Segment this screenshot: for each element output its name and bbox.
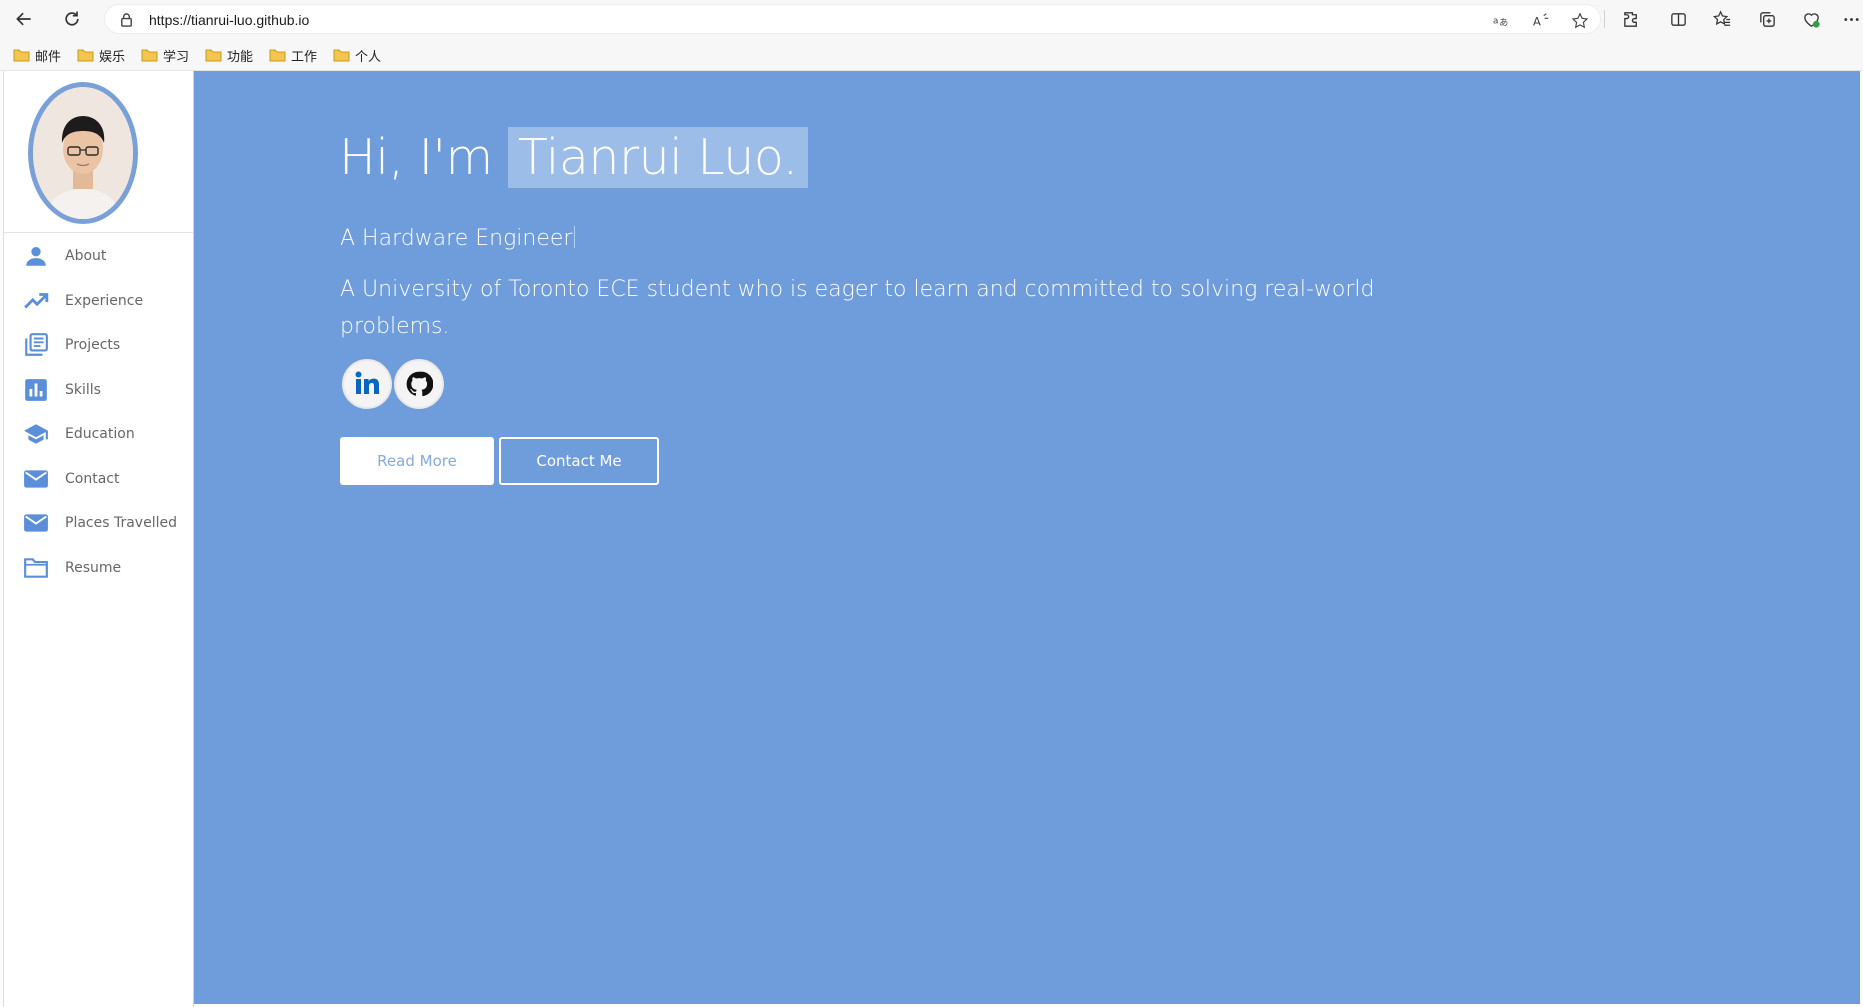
sidebar-item-contact[interactable]: Contact xyxy=(4,459,193,499)
contact-me-button[interactable]: Contact Me xyxy=(499,437,659,485)
sidebar: About Experience Projects Skills Educati xyxy=(3,71,194,1007)
mail-icon xyxy=(22,510,50,536)
bookmark-folder[interactable]: 工作 xyxy=(269,46,317,64)
url-text[interactable]: https://tianrui-luo.github.io xyxy=(149,12,309,28)
sidebar-item-experience[interactable]: Experience xyxy=(4,281,193,321)
role-text: A Hardware Engineer xyxy=(340,226,573,251)
folder-icon xyxy=(77,49,94,62)
folder-icon xyxy=(205,49,222,62)
library-books-icon xyxy=(22,332,50,358)
folder-icon xyxy=(13,49,30,62)
linkedin-icon xyxy=(355,371,379,394)
sidebar-item-education[interactable]: Education xyxy=(4,414,193,454)
svg-text:a: a xyxy=(1493,17,1499,27)
sidebar-item-label: Experience xyxy=(65,293,144,309)
more-icon[interactable] xyxy=(1840,8,1862,30)
favorite-star-icon[interactable] xyxy=(1570,11,1590,31)
hero-role: A Hardware Engineer xyxy=(340,226,576,251)
sidebar-item-about[interactable]: About xyxy=(4,236,193,276)
bookmark-label: 功能 xyxy=(227,48,254,64)
read-aloud-icon[interactable]: A xyxy=(1531,11,1551,31)
bookmark-folder[interactable]: 娱乐 xyxy=(77,46,125,64)
toolbar-divider xyxy=(1604,10,1605,28)
lock-icon[interactable] xyxy=(119,12,134,27)
bookmark-label: 邮件 xyxy=(35,48,62,64)
address-bar[interactable]: https://tianrui-luo.github.io aあ A xyxy=(104,4,1601,34)
back-arrow-icon[interactable] xyxy=(10,6,38,32)
github-link[interactable] xyxy=(394,359,444,409)
sidebar-item-skills[interactable]: Skills xyxy=(4,370,193,410)
graduation-cap-icon xyxy=(22,421,50,447)
split-screen-icon[interactable] xyxy=(1667,8,1689,30)
web-page: About Experience Projects Skills Educati xyxy=(0,71,1863,1007)
refresh-icon[interactable] xyxy=(58,6,86,32)
svg-text:あ: あ xyxy=(1499,18,1508,29)
sidebar-item-places-travelled[interactable]: Places Travelled xyxy=(4,503,193,543)
mail-icon xyxy=(22,466,50,492)
sidebar-item-label: Resume xyxy=(65,560,122,576)
browser-toolbar: https://tianrui-luo.github.io aあ A xyxy=(0,0,1863,38)
folder-icon xyxy=(22,555,50,581)
sidebar-item-label: Contact xyxy=(65,471,120,487)
translate-icon[interactable]: aあ xyxy=(1491,11,1511,31)
hero-name: Tianrui Luo. xyxy=(507,127,808,188)
bookmarks-bar: 邮件 娱乐 学习 功能 工作 个人 xyxy=(0,38,1863,71)
extensions-icon[interactable] xyxy=(1620,8,1642,30)
browser-essentials-icon[interactable] xyxy=(1800,8,1822,30)
bar-chart-icon xyxy=(22,377,50,403)
typing-caret xyxy=(574,226,576,248)
collections-icon[interactable] xyxy=(1756,8,1778,30)
folder-icon xyxy=(333,49,350,62)
avatar xyxy=(28,82,138,224)
hero-heading: Hi, I'm Tianrui Luo. xyxy=(339,127,808,188)
read-more-button[interactable]: Read More xyxy=(340,437,494,485)
svg-text:A: A xyxy=(1533,15,1541,29)
trending-up-icon xyxy=(22,288,50,314)
sidebar-item-label: Skills xyxy=(65,382,101,398)
folder-icon xyxy=(269,49,286,62)
sidebar-item-label: Projects xyxy=(65,337,121,353)
hero-description: A University of Toronto ECE student who … xyxy=(340,277,1375,339)
person-icon xyxy=(22,243,50,269)
bookmark-label: 工作 xyxy=(291,48,318,64)
bookmark-folder[interactable]: 学习 xyxy=(141,46,189,64)
linkedin-link[interactable] xyxy=(342,359,392,409)
bookmark-label: 个人 xyxy=(355,48,382,64)
bookmark-label: 娱乐 xyxy=(99,48,126,64)
bookmark-folder[interactable]: 功能 xyxy=(205,46,253,64)
sidebar-item-projects[interactable]: Projects xyxy=(4,325,193,365)
greeting-text: Hi, I'm xyxy=(339,129,493,186)
bookmark-folder[interactable]: 邮件 xyxy=(13,46,61,64)
bookmark-label: 学习 xyxy=(163,48,190,64)
sidebar-divider xyxy=(4,232,193,233)
github-icon xyxy=(406,371,433,397)
sidebar-item-label: Places Travelled xyxy=(65,515,177,531)
hero-section: Hi, I'm Tianrui Luo. A Hardware Engineer… xyxy=(194,71,1860,1004)
sidebar-item-label: About xyxy=(65,248,107,264)
bookmark-folder[interactable]: 个人 xyxy=(333,46,381,64)
folder-icon xyxy=(141,49,158,62)
sidebar-item-resume[interactable]: Resume xyxy=(4,548,193,588)
favorites-icon[interactable] xyxy=(1711,8,1733,30)
sidebar-item-label: Education xyxy=(65,426,135,442)
